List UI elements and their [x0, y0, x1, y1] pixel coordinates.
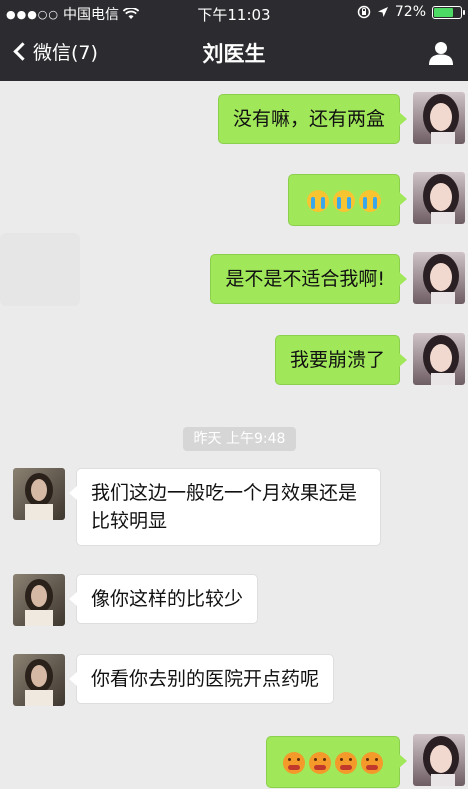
angry-emoji-icon	[361, 751, 383, 774]
sent-emoji-bubble[interactable]	[266, 736, 407, 788]
crying-emoji-icon	[359, 189, 381, 212]
sent-emoji-bubble[interactable]	[288, 174, 407, 226]
battery-icon	[432, 5, 465, 19]
rotation-lock-icon	[357, 5, 371, 19]
message-text: 我要崩溃了	[289, 349, 385, 371]
crying-emoji-icon	[307, 189, 329, 212]
sent-message-bubble[interactable]: 没有嘛，还有两盒	[217, 94, 408, 144]
top-bar: ●●●○○ 中国电信 下午11:03 72% 微信(7) 刘医生	[0, 0, 468, 81]
angry-emoji-icon	[335, 751, 357, 774]
my-avatar[interactable]	[413, 252, 465, 304]
doctor-avatar[interactable]	[13, 468, 65, 520]
sent-message-bubble[interactable]: 我要崩溃了	[274, 335, 408, 385]
message-text: 你看你去别的医院开点药呢	[91, 668, 320, 690]
faded-notification-overlay	[0, 233, 80, 306]
profile-icon[interactable]	[428, 40, 454, 66]
status-bar: ●●●○○ 中国电信 下午11:03 72%	[0, 0, 468, 24]
my-avatar[interactable]	[413, 172, 465, 224]
received-message-bubble[interactable]: 你看你去别的医院开点药呢	[68, 654, 335, 704]
my-avatar[interactable]	[413, 92, 465, 144]
battery-fill	[434, 7, 453, 17]
my-avatar[interactable]	[413, 333, 465, 385]
doctor-avatar[interactable]	[13, 574, 65, 626]
angry-emoji-icon	[283, 751, 305, 774]
message-text: 我们这边一般吃一个月效果还是比较明显	[91, 482, 358, 532]
message-text: 像你这样的比较少	[91, 588, 244, 610]
message-text: 没有嘛，还有两盒	[232, 108, 385, 130]
angry-emoji-icon	[309, 751, 331, 774]
doctor-avatar[interactable]	[13, 654, 65, 706]
location-arrow-icon	[377, 7, 388, 17]
message-timestamp: 昨天 上午9:48	[183, 427, 296, 451]
chat-area[interactable]: 没有嘛，还有两盒 是不是不适合我啊! 我要崩溃了 昨天 上午9:48 我们这边一…	[0, 81, 468, 789]
chat-title: 刘医生	[202, 42, 266, 66]
battery-percent: 72%	[394, 4, 426, 20]
my-avatar[interactable]	[413, 734, 465, 786]
navigation-bar: 微信(7) 刘医生	[0, 24, 468, 81]
message-text: 是不是不适合我啊!	[225, 268, 385, 290]
sent-message-bubble[interactable]: 是不是不适合我啊!	[210, 254, 407, 304]
received-message-bubble[interactable]: 像你这样的比较少	[68, 574, 259, 624]
crying-emoji-icon	[333, 189, 355, 212]
received-message-bubble[interactable]: 我们这边一般吃一个月效果还是比较明显	[69, 468, 381, 546]
